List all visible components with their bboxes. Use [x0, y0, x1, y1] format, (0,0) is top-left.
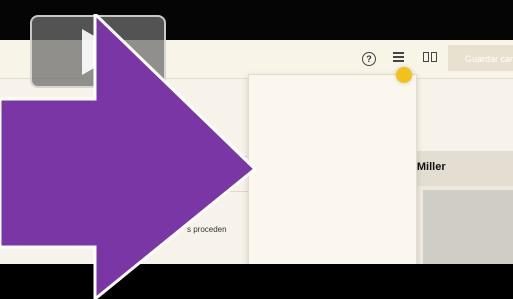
profile-photo [423, 190, 513, 264]
dropdown-menu-panel[interactable] [248, 74, 417, 264]
help-icon[interactable]: ? [362, 52, 376, 66]
columns-icon[interactable] [423, 52, 437, 62]
menu-icon[interactable] [393, 52, 404, 62]
arrow-right-icon [0, 14, 258, 299]
save-button[interactable]: Guardar can [448, 45, 513, 71]
cursor-highlight [396, 67, 412, 83]
